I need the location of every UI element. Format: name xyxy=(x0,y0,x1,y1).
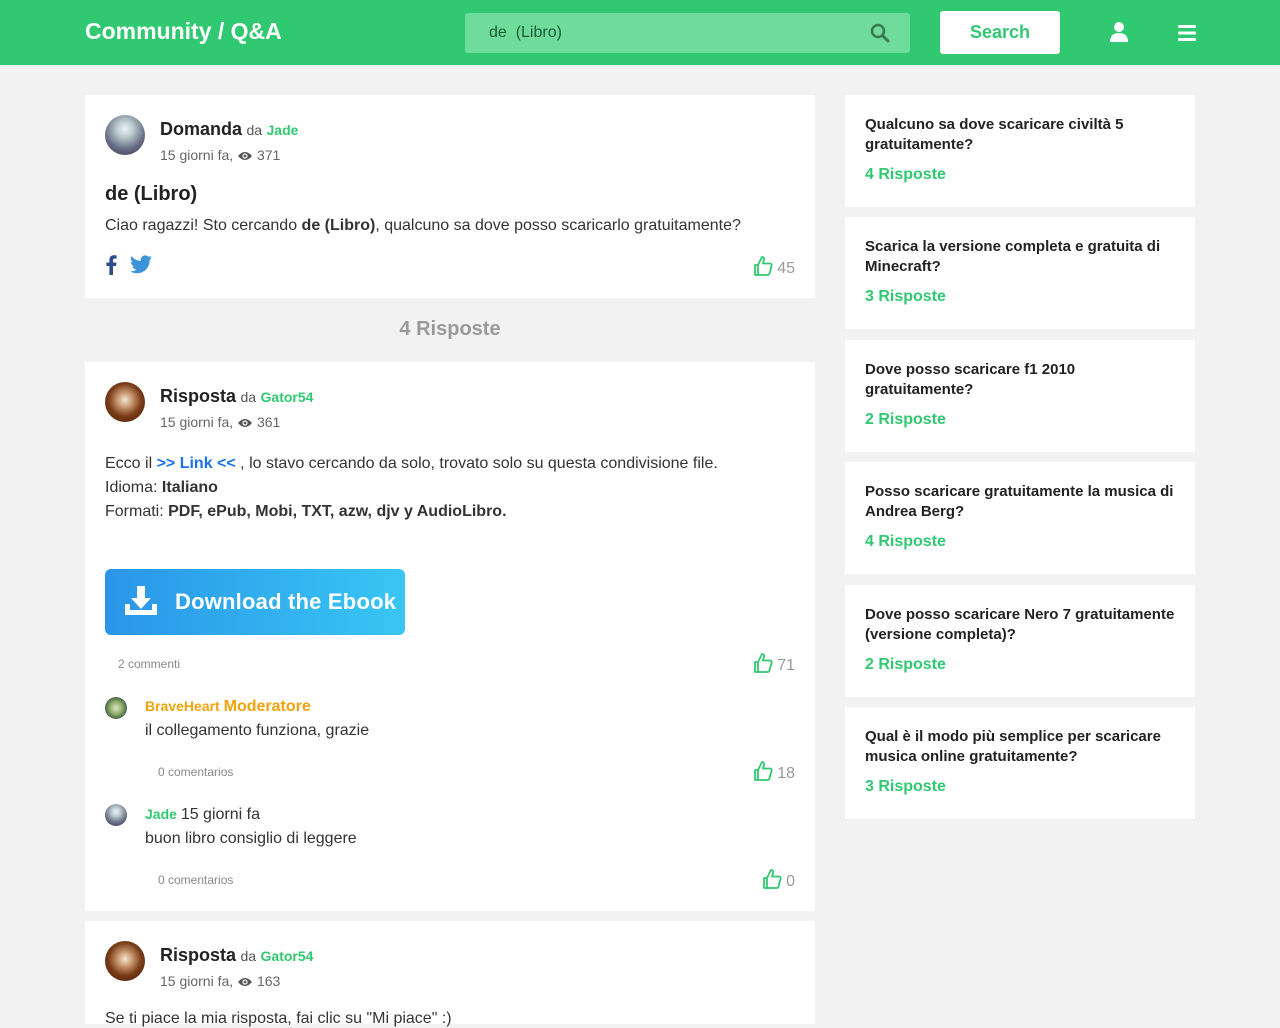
eye-icon xyxy=(238,419,253,427)
comment-author[interactable]: Jade xyxy=(145,806,177,822)
related-question-card[interactable]: Qualcuno sa dove scaricare civiltà 5 gra… xyxy=(845,95,1195,207)
related-question-title[interactable]: Qualcuno sa dove scaricare civiltà 5 gra… xyxy=(865,115,1175,155)
comment-header: BraveHeart Moderatore xyxy=(145,698,311,716)
download-icon xyxy=(125,586,157,615)
avatar[interactable] xyxy=(105,941,145,981)
thumbs-up-icon[interactable] xyxy=(753,652,773,674)
download-ebook-button[interactable]: Download the Ebook xyxy=(105,569,405,635)
post-type: Risposta xyxy=(160,945,237,965)
comments-link[interactable]: 2 commenti xyxy=(118,657,180,671)
by-label: da xyxy=(240,389,257,405)
comment-text: il collegamento funziona, grazie xyxy=(145,722,370,739)
related-question-title[interactable]: Dove posso scaricare f1 2010 gratuitamen… xyxy=(865,360,1175,400)
answer-body: Ecco il >> Link << , lo stavo cercando d… xyxy=(105,452,795,524)
search-icon[interactable] xyxy=(870,23,890,43)
post-time: 15 giorni fa, xyxy=(160,973,234,989)
question-body: Ciao ragazzi! Sto cercando de (Libro), q… xyxy=(105,217,741,234)
like-count[interactable]: 45 xyxy=(753,255,795,278)
avatar[interactable] xyxy=(105,697,127,719)
post-time: 15 giorni fa, xyxy=(160,147,234,163)
related-question-title[interactable]: Posso scaricare gratuitamente la musica … xyxy=(865,482,1175,522)
replies-link[interactable]: 0 comentarios xyxy=(158,765,233,779)
related-answers-count[interactable]: 2 Risposte xyxy=(865,656,946,674)
related-question-card[interactable]: Posso scaricare gratuitamente la musica … xyxy=(845,462,1195,574)
eye-icon xyxy=(238,152,253,160)
answer-line: Ecco il >> Link << , lo stavo cercando d… xyxy=(105,455,718,472)
author-link[interactable]: Jade xyxy=(267,122,299,138)
related-question-title[interactable]: Scarica la versione completa e gratuita … xyxy=(865,237,1175,277)
question-title: de (Libro) xyxy=(105,183,198,205)
related-question-card[interactable]: Dove posso scaricare Nero 7 gratuitament… xyxy=(845,585,1195,697)
comment-text: buon libro consiglio di leggere xyxy=(145,830,357,847)
post-type: Domanda xyxy=(160,119,243,139)
question-card: Domanda da Jade 15 giorni fa, 371 de (Li… xyxy=(85,95,815,298)
related-answers-count[interactable]: 3 Risposte xyxy=(865,778,946,796)
answer-card: Risposta da Gator54 15 giorni fa, 163 Se… xyxy=(85,921,815,1027)
post-type: Risposta xyxy=(160,386,237,406)
avatar[interactable] xyxy=(105,382,145,422)
answer-card: Risposta da Gator54 15 giorni fa, 361 Ec… xyxy=(85,362,815,911)
formats-line: Formati: PDF, ePub, Mobi, TXT, azw, djv … xyxy=(105,503,507,520)
avatar[interactable] xyxy=(105,115,145,155)
download-link[interactable]: >> Link << xyxy=(157,455,236,472)
eye-icon xyxy=(238,978,253,986)
comment-header: Jade 15 giorni fa xyxy=(145,806,260,824)
related-answers-count[interactable]: 3 Risposte xyxy=(865,288,946,306)
related-question-title[interactable]: Qual è il modo più semplice per scaricar… xyxy=(865,727,1175,767)
author-link[interactable]: Gator54 xyxy=(261,389,314,405)
hamburger-menu-icon[interactable] xyxy=(1176,23,1198,43)
moderator-badge: Moderatore xyxy=(223,698,311,715)
post-meta: 15 giorni fa, 163 xyxy=(160,973,280,989)
view-count: 361 xyxy=(256,414,281,430)
view-count: 371 xyxy=(256,147,281,163)
top-navbar: Community / Q&A Search xyxy=(0,0,1280,65)
site-brand[interactable]: Community / Q&A xyxy=(85,18,282,45)
related-question-card[interactable]: Dove posso scaricare f1 2010 gratuitamen… xyxy=(845,340,1195,452)
thumbs-up-icon[interactable] xyxy=(762,868,782,890)
search-input[interactable] xyxy=(465,13,865,53)
related-question-card[interactable]: Qual è il modo più semplice per scaricar… xyxy=(845,707,1195,819)
answer-body: Se ti piace la mia risposta, fai clic su… xyxy=(105,1010,452,1027)
comment-time: 15 giorni fa xyxy=(180,806,260,823)
like-count[interactable]: 18 xyxy=(753,760,795,783)
post-meta: 15 giorni fa, 361 xyxy=(160,414,280,430)
twitter-icon[interactable] xyxy=(130,255,152,274)
language-line: Idioma: Italiano xyxy=(105,479,218,496)
thumbs-up-icon[interactable] xyxy=(753,255,773,277)
download-label: Download the Ebook xyxy=(175,589,397,614)
author-link[interactable]: Gator54 xyxy=(261,948,314,964)
avatar[interactable] xyxy=(105,804,127,826)
thumbs-up-icon[interactable] xyxy=(753,760,773,782)
post-meta: 15 giorni fa, 371 xyxy=(160,147,280,163)
related-answers-count[interactable]: 2 Risposte xyxy=(865,411,946,429)
user-icon[interactable] xyxy=(1108,21,1130,43)
like-count[interactable]: 71 xyxy=(753,652,795,675)
by-label: da xyxy=(246,122,263,138)
post-time: 15 giorni fa, xyxy=(160,414,234,430)
search-box xyxy=(465,13,910,53)
facebook-icon[interactable] xyxy=(105,255,117,275)
related-answers-count[interactable]: 4 Risposte xyxy=(865,166,946,184)
by-label: da xyxy=(240,948,257,964)
view-count: 163 xyxy=(256,973,281,989)
related-question-card[interactable]: Scarica la versione completa e gratuita … xyxy=(845,217,1195,329)
like-count[interactable]: 0 xyxy=(762,868,795,891)
related-answers-count[interactable]: 4 Risposte xyxy=(865,533,946,551)
search-button[interactable]: Search xyxy=(940,11,1060,54)
replies-link[interactable]: 0 comentarios xyxy=(158,873,233,887)
related-question-title[interactable]: Dove posso scaricare Nero 7 gratuitament… xyxy=(865,605,1175,645)
comment-author[interactable]: BraveHeart xyxy=(145,698,220,714)
answers-count-heading: 4 Risposte xyxy=(399,318,501,340)
